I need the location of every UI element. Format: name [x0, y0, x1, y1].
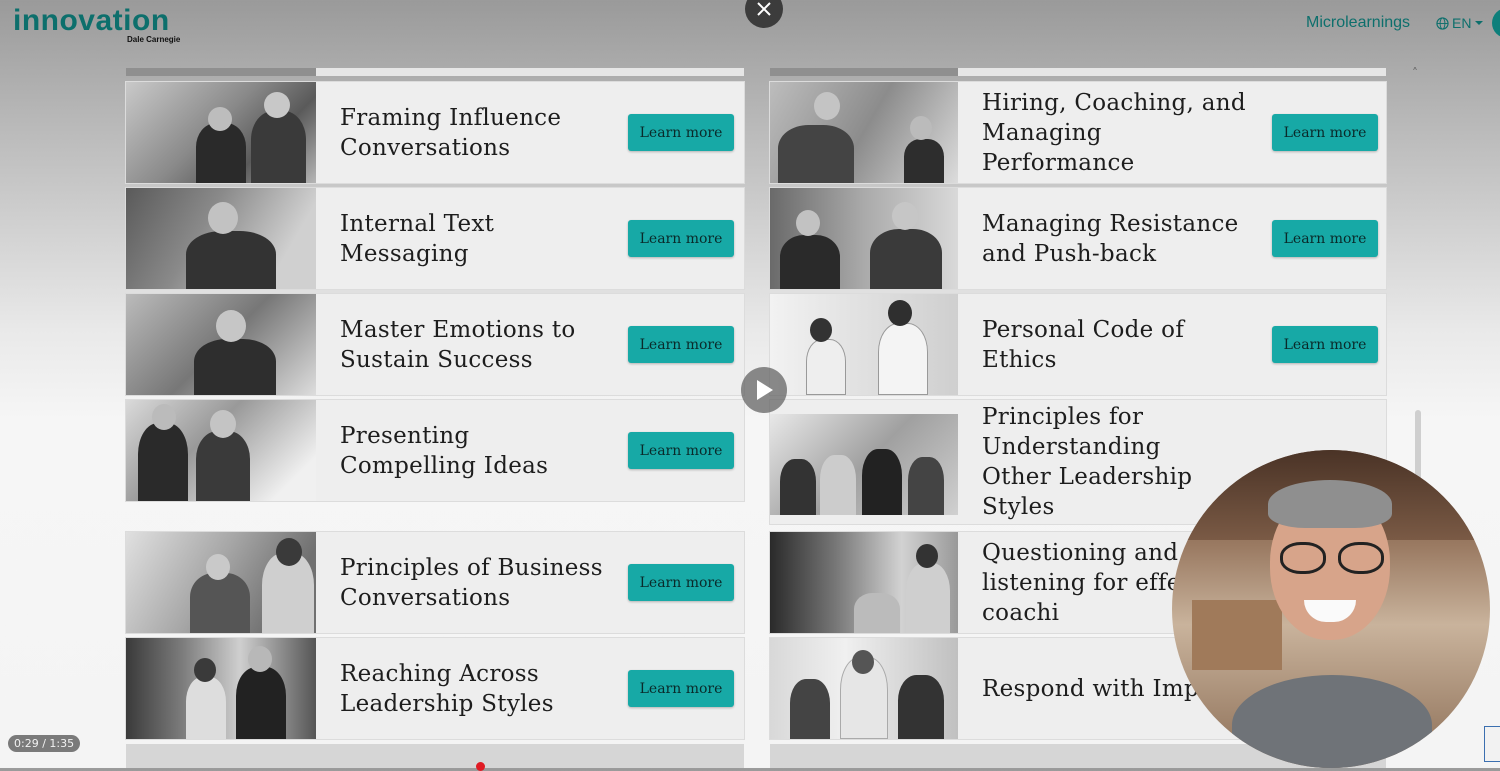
course-title: Hiring, Coaching, and Managing Performan… — [982, 89, 1246, 176]
learn-more-button[interactable]: Learn more — [628, 326, 734, 363]
nav-microlearnings-link[interactable]: Microlearnings — [1306, 14, 1410, 32]
course-card: Presenting Compelling Ideas Learn more — [126, 400, 744, 501]
presenter-video-bubble — [1172, 450, 1490, 768]
course-image — [770, 532, 958, 633]
course-card: Principles of Business Conversations Lea… — [126, 532, 744, 633]
learn-more-button[interactable]: Learn more — [628, 670, 734, 707]
user-avatar[interactable] — [1492, 8, 1500, 38]
learn-more-button[interactable]: Learn more — [628, 220, 734, 257]
course-image — [770, 638, 958, 739]
close-icon — [757, 2, 771, 16]
recording-indicator — [476, 762, 485, 771]
globe-icon — [1436, 16, 1449, 30]
course-image — [126, 188, 316, 289]
learn-more-button[interactable]: Learn more — [628, 114, 734, 151]
partial-card — [316, 68, 744, 76]
learn-more-button[interactable]: Learn more — [1272, 220, 1378, 257]
language-selector[interactable]: EN — [1436, 15, 1484, 31]
course-title: Personal Code of Ethics — [982, 316, 1185, 373]
partial-card-image — [126, 68, 316, 76]
course-image — [770, 82, 958, 183]
play-button[interactable] — [741, 367, 787, 413]
course-image — [126, 82, 316, 183]
logo-text: innovation — [13, 4, 170, 37]
learn-more-button[interactable]: Learn more — [628, 564, 734, 601]
course-image — [126, 294, 316, 395]
course-title: Master Emotions to Sustain Success — [340, 316, 576, 373]
learn-more-button[interactable]: Learn more — [628, 432, 734, 469]
course-image — [126, 400, 316, 501]
learn-more-button[interactable]: Learn more — [1272, 326, 1378, 363]
learn-more-button[interactable]: Learn more — [1272, 114, 1378, 151]
course-card: Hiring, Coaching, and Managing Performan… — [770, 82, 1386, 183]
partial-card — [126, 744, 744, 768]
course-card: Personal Code of Ethics Learn more — [770, 294, 1386, 395]
course-title: Managing Resistance and Push-back — [982, 210, 1239, 267]
language-label: EN — [1452, 15, 1472, 31]
course-card: Master Emotions to Sustain Success Learn… — [126, 294, 744, 395]
course-title: Presenting Compelling Ideas — [340, 422, 549, 479]
course-card: Managing Resistance and Push-back Learn … — [770, 188, 1386, 289]
scroll-up-arrow[interactable]: ˄ — [1412, 66, 1418, 80]
course-title: Internal Text Messaging — [340, 210, 495, 267]
video-timecode: 0:29 / 1:35 — [8, 735, 81, 752]
course-image — [126, 532, 316, 633]
logo[interactable]: innovation Dale Carnegie — [13, 4, 180, 44]
course-title: Reaching Across Leadership Styles — [340, 660, 554, 717]
course-title: Framing Influence Conversations — [340, 104, 562, 161]
course-image — [770, 188, 958, 289]
partial-card — [958, 68, 1386, 76]
course-image — [770, 414, 958, 515]
logo-subtitle: Dale Carnegie — [127, 35, 181, 44]
course-card: Reaching Across Leadership Styles Learn … — [126, 638, 744, 739]
chevron-down-icon — [1475, 21, 1484, 25]
play-icon — [757, 380, 773, 400]
expand-button[interactable] — [1484, 726, 1500, 762]
course-title: Principles of Business Conversations — [340, 554, 603, 611]
course-card: Internal Text Messaging Learn more — [126, 188, 744, 289]
course-image — [126, 638, 316, 739]
course-card: Framing Influence Conversations Learn mo… — [126, 82, 744, 183]
course-image — [770, 294, 958, 395]
partial-card-image — [770, 68, 958, 76]
